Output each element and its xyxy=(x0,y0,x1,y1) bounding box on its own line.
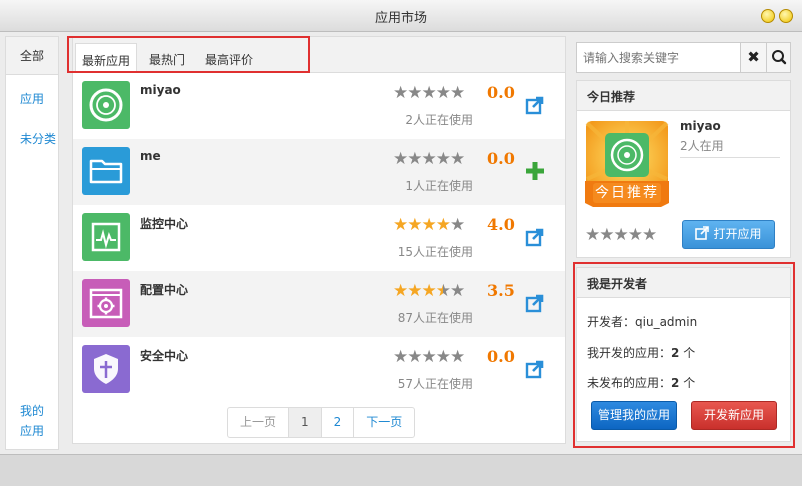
star-icon: ★ xyxy=(450,281,465,301)
monitor-icon[interactable] xyxy=(82,213,130,261)
star-icon: ★ xyxy=(435,83,451,103)
star-icon: ★ xyxy=(450,215,465,235)
rating-stars: ★★★★★ xyxy=(393,83,465,103)
rating-score: 3.5 xyxy=(487,281,515,300)
rating-score: 0.0 xyxy=(487,347,515,366)
star-icon: ★ xyxy=(393,281,408,301)
user-count: 15人正在使用 xyxy=(397,245,473,259)
external-link-icon[interactable] xyxy=(525,95,545,115)
open-app-button[interactable]: 打开应用 xyxy=(682,220,775,249)
star-icon: ★ xyxy=(450,347,465,367)
page-2-button[interactable]: 2 xyxy=(322,408,355,437)
star-icon: ★ xyxy=(421,83,437,103)
rating-stars: ★★★★★ xyxy=(393,281,465,301)
add-icon[interactable] xyxy=(525,161,545,181)
external-link-icon[interactable] xyxy=(525,359,545,379)
star-icon: ★ xyxy=(421,347,437,367)
folder-icon[interactable] xyxy=(82,147,130,195)
star-icon: ★ xyxy=(407,149,422,169)
user-count: 1人正在使用 xyxy=(405,179,473,193)
rating-score: 0.0 xyxy=(487,149,515,168)
recommend-badge-label: 今日推荐 xyxy=(595,185,659,201)
star-icon: ★ xyxy=(435,347,451,367)
page-1-button[interactable]: 1 xyxy=(289,408,322,437)
open-app-label: 打开应用 xyxy=(713,227,762,241)
recommend-app-name[interactable]: miyao xyxy=(680,119,721,133)
developer-highlight-box xyxy=(573,262,795,448)
star-icon: ★ xyxy=(407,215,422,235)
title-bar: 应用市场 xyxy=(0,0,802,32)
app-row[interactable]: 安全中心 ★★★★★ 0.0 57人正在使用 xyxy=(73,337,565,403)
star-icon: ★ xyxy=(407,347,422,367)
next-page-button[interactable]: 下一页 xyxy=(354,408,414,437)
status-bar xyxy=(0,454,802,486)
minimize-button[interactable] xyxy=(761,9,775,23)
search-input[interactable] xyxy=(577,43,739,72)
prev-page-button[interactable]: 上一页 xyxy=(228,408,290,437)
search-button[interactable] xyxy=(766,43,790,72)
app-list-panel: 最新应用 最热门 最高评价 miyao ★★★★★ 0.0 2人正在使用 me ★★★★★… xyxy=(72,36,566,444)
rating-stars: ★★★★★ xyxy=(393,215,465,235)
rating-score: 0.0 xyxy=(487,83,515,102)
user-count: 57人正在使用 xyxy=(397,377,473,391)
shield-icon[interactable] xyxy=(82,345,130,393)
config-icon[interactable] xyxy=(82,279,130,327)
divider xyxy=(680,157,780,158)
window-title: 应用市场 xyxy=(374,11,427,26)
external-link-icon[interactable] xyxy=(525,227,545,247)
nav-uncategorized[interactable]: 未分类 xyxy=(20,130,56,147)
app-name[interactable]: 安全中心 xyxy=(140,347,188,364)
star-icon: ★ xyxy=(407,83,422,103)
external-link-icon xyxy=(695,226,710,240)
nav-all[interactable]: 全部 xyxy=(6,37,58,75)
app-name[interactable]: me xyxy=(140,149,161,163)
rating-stars: ★★★★★ xyxy=(393,149,465,169)
rating-score: 4.0 xyxy=(487,215,515,234)
user-count: 2人正在使用 xyxy=(405,113,473,127)
star-icon: ★ xyxy=(393,215,408,235)
app-name[interactable]: miyao xyxy=(140,83,181,97)
star-icon: ★ xyxy=(407,281,422,301)
star-icon: ★ xyxy=(421,149,437,169)
star-icon: ★ xyxy=(421,215,437,235)
pagination: 上一页 1 2 下一页 xyxy=(227,407,416,438)
clear-icon[interactable]: ✖ xyxy=(740,43,766,72)
app-row[interactable]: 监控中心 ★★★★★ 4.0 15人正在使用 xyxy=(73,205,565,271)
app-row[interactable]: me ★★★★★ 0.0 1人正在使用 xyxy=(73,139,565,205)
recommend-panel: 今日推荐 今日推荐 miyao 2人在用 ★★★★★ 打开应用 xyxy=(576,80,791,258)
nav-apps[interactable]: 应用 xyxy=(20,90,44,107)
close-button[interactable] xyxy=(779,9,793,23)
recommend-app-users: 2人在用 xyxy=(680,139,724,153)
recommend-title: 今日推荐 xyxy=(577,81,790,111)
search-icon xyxy=(772,50,787,65)
category-nav: 全部 应用 未分类 我的应用 xyxy=(5,36,59,450)
tabs-highlight-box xyxy=(67,36,310,73)
star-icon: ★ xyxy=(393,347,408,367)
rating-stars: ★★★★★ xyxy=(393,347,465,367)
user-count: 87人正在使用 xyxy=(397,311,473,325)
external-link-icon[interactable] xyxy=(525,293,545,313)
app-name[interactable]: 监控中心 xyxy=(140,215,188,232)
app-row[interactable]: 配置中心 ★★★★★ 3.5 87人正在使用 xyxy=(73,271,565,337)
recommend-rating-stars: ★★★★★ xyxy=(585,225,657,245)
disc-icon[interactable] xyxy=(82,81,130,129)
star-icon: ★ xyxy=(435,149,451,169)
star-icon: ★ xyxy=(450,83,465,103)
star-icon: ★ xyxy=(421,281,437,301)
recommend-badge: 今日推荐 xyxy=(583,119,671,213)
star-icon: ★ xyxy=(435,281,451,301)
search-box: ✖ xyxy=(576,42,791,73)
star-icon: ★ xyxy=(393,83,408,103)
star-icon: ★ xyxy=(393,149,408,169)
app-name[interactable]: 配置中心 xyxy=(140,281,188,298)
star-icon: ★ xyxy=(435,215,451,235)
star-icon: ★ xyxy=(450,149,465,169)
nav-my-apps[interactable]: 我的应用 xyxy=(20,401,50,441)
app-row[interactable]: miyao ★★★★★ 0.0 2人正在使用 xyxy=(73,73,565,139)
